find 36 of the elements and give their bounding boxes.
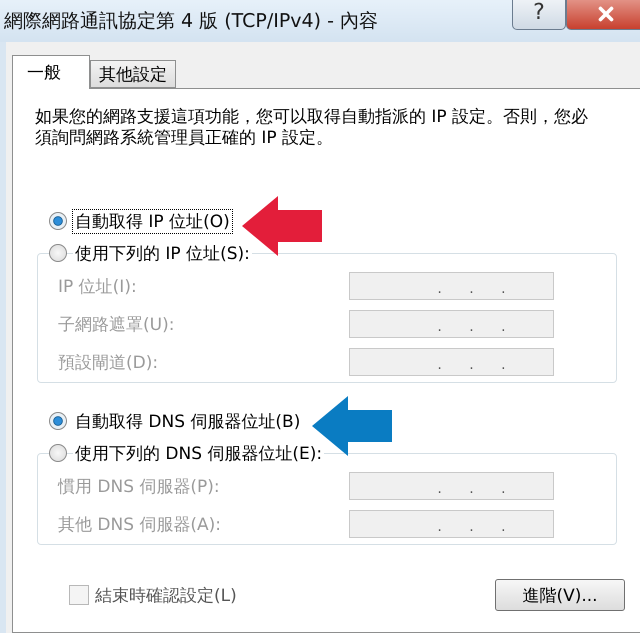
separator-dot: .	[469, 519, 474, 535]
separator-dot: .	[501, 481, 506, 497]
radio-button[interactable]	[49, 412, 67, 430]
advanced-button[interactable]: 進階(V)...	[495, 579, 625, 611]
separator-dot: .	[501, 357, 506, 373]
field-label: IP 位址(I):	[58, 276, 137, 298]
separator-dot: .	[437, 481, 442, 497]
separator-dot: .	[437, 357, 442, 373]
separator-dot: .	[501, 281, 506, 297]
close-button[interactable]	[566, 0, 640, 30]
radio-label[interactable]: 自動取得 IP 位址(O)	[73, 210, 232, 232]
tab[interactable]: 其他設定	[90, 60, 176, 88]
help-button[interactable]: ?	[512, 0, 566, 30]
window-title: 網際網路通訊協定第 4 版 (TCP/IPv4) - 內容	[4, 9, 378, 34]
radio-label[interactable]: 使用下列的 DNS 伺服器位址(E):	[73, 442, 324, 464]
separator-dot: .	[469, 481, 474, 497]
radio-button[interactable]	[49, 244, 67, 262]
radio-label[interactable]: 自動取得 DNS 伺服器位址(B)	[73, 410, 302, 432]
checkbox-label: 結束時確認設定(L)	[95, 584, 237, 606]
separator-dot: .	[501, 319, 506, 335]
radio-button[interactable]	[49, 212, 67, 230]
radio-button[interactable]	[49, 444, 67, 462]
separator-dot: .	[437, 281, 442, 297]
separator-dot: .	[469, 319, 474, 335]
radio-label[interactable]: 使用下列的 IP 位址(S):	[73, 242, 252, 264]
separator-dot: .	[437, 319, 442, 335]
separator-dot: .	[469, 357, 474, 373]
description-text: 如果您的網路支援這項功能，您可以取得自動指派的 IP 設定。否則，您必須詢問網路系統管理員正確的 IP 設定。	[35, 107, 590, 149]
separator-dot: .	[501, 519, 506, 535]
separator-dot: .	[469, 281, 474, 297]
field-label: 慣用 DNS 伺服器(P):	[58, 476, 220, 498]
field-label: 其他 DNS 伺服器(A):	[58, 514, 222, 536]
field-label: 子網路遮罩(U):	[58, 314, 174, 336]
field-label: 預設閘道(D):	[58, 352, 158, 374]
tab[interactable]: 一般	[12, 55, 90, 89]
separator-dot: .	[437, 519, 442, 535]
